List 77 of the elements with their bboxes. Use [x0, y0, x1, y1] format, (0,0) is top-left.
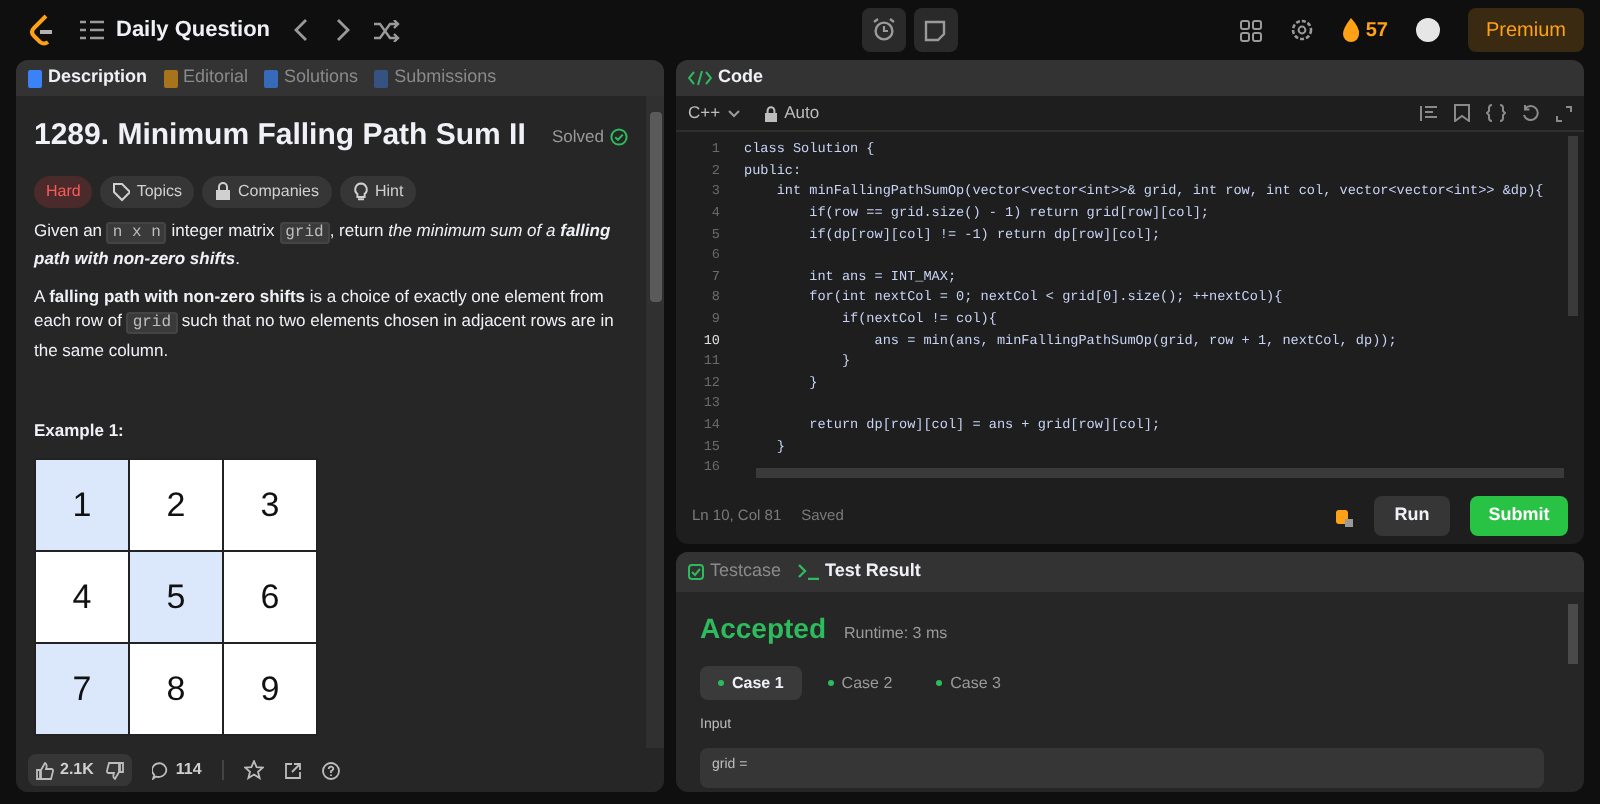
matrix-cell: 3 — [224, 459, 316, 550]
tab[interactable]: Testcase — [710, 558, 782, 586]
matrix-cell: 5 — [130, 551, 222, 642]
tab[interactable]: Description — [48, 64, 148, 92]
matrix-cell: 7 — [36, 643, 128, 734]
solved-status: Solved — [552, 123, 604, 150]
terminal-icon — [797, 564, 820, 580]
alarm-button[interactable] — [861, 8, 906, 52]
star-icon[interactable] — [243, 760, 264, 780]
code-icon — [688, 70, 712, 86]
format-icon[interactable] — [1420, 104, 1438, 122]
matrix-cell: 1 — [36, 459, 128, 550]
matrix-cell: 2 — [130, 459, 222, 550]
code-tab[interactable]: Code — [718, 64, 763, 92]
tab-icon — [374, 69, 389, 87]
note-button[interactable] — [913, 8, 958, 52]
note-icon — [924, 19, 947, 41]
case-tab[interactable]: Case 2 — [809, 666, 911, 700]
matrix-cell: 6 — [224, 551, 316, 642]
matrix-cell: 8 — [130, 643, 222, 734]
tag-button[interactable]: Companies — [202, 175, 331, 207]
case-tab[interactable]: Case 3 — [918, 666, 1020, 700]
settings-icon[interactable] — [1289, 18, 1314, 42]
scrollbar[interactable] — [646, 96, 664, 748]
horizontal-scrollbar[interactable] — [756, 467, 1564, 477]
description-paragraph: A falling path with non-zero shifts is a choice of exactly one element from each row of grid such that no two elements chosen in adjacent rows are in the same column. — [34, 283, 616, 362]
tab[interactable]: Solutions — [284, 64, 359, 92]
matrix-cell: 9 — [224, 643, 316, 734]
lock-icon — [764, 105, 779, 121]
comment-count[interactable]: 114 — [175, 758, 202, 782]
chevron-right-icon[interactable] — [334, 18, 351, 42]
help-icon[interactable] — [321, 761, 340, 779]
example-heading: Example 1: — [34, 418, 126, 444]
thumbs-down-icon — [105, 761, 124, 779]
streak-count: 57 — [1365, 17, 1388, 45]
flame-icon[interactable] — [1341, 18, 1360, 42]
run-button[interactable]: Run — [1374, 496, 1450, 536]
tab[interactable]: Submissions — [394, 64, 497, 92]
lightbulb-icon — [351, 181, 369, 201]
chevron-down-icon — [728, 109, 741, 117]
accepted-status: Accepted — [700, 610, 827, 648]
auto-mode-label[interactable]: Auto — [784, 100, 820, 126]
grid-icon[interactable] — [1239, 19, 1262, 41]
description-paragraph: Given an n x n integer matrix grid , return the minimum sum of a falling path with non-zero shifts. — [34, 217, 613, 271]
logo-icon[interactable] — [28, 14, 56, 46]
tag-button[interactable]: Topics — [100, 175, 195, 207]
chevron-left-icon[interactable] — [294, 18, 311, 42]
comment-icon[interactable] — [151, 761, 170, 779]
share-icon[interactable] — [283, 761, 302, 779]
runtime-text: Runtime: 3 ms — [844, 622, 948, 646]
language-select[interactable]: C++ — [688, 100, 741, 126]
avatar[interactable] — [1415, 18, 1440, 42]
difficulty-badge: Hard — [34, 175, 93, 207]
tag-button[interactable]: Hint — [339, 175, 416, 207]
reset-icon[interactable] — [1522, 104, 1540, 122]
check-circle-icon — [610, 127, 628, 146]
problem-title: 1289. Minimum Falling Path Sum II — [34, 116, 526, 156]
thumbs-up-icon — [36, 761, 54, 779]
alarm-icon — [871, 18, 896, 42]
tab[interactable]: Editorial — [183, 64, 249, 92]
tab-icon — [163, 69, 178, 87]
tab-icon — [28, 69, 42, 87]
tag-icon — [112, 181, 131, 201]
like-button[interactable]: 2.1K — [28, 754, 132, 786]
checkbox-icon — [688, 564, 704, 580]
lock-icon — [214, 181, 233, 201]
matrix-cell: 4 — [36, 551, 128, 642]
case-tab[interactable]: Case 1 — [700, 666, 802, 700]
daily-question-link[interactable]: Daily Question — [116, 13, 271, 47]
tab[interactable]: Test Result — [825, 558, 921, 586]
bookmark-icon[interactable] — [1454, 104, 1470, 122]
list-icon[interactable] — [80, 20, 104, 40]
tab-icon — [264, 69, 279, 87]
shuffle-icon[interactable] — [374, 19, 401, 41]
expand-icon[interactable] — [1556, 105, 1572, 121]
braces-icon[interactable] — [1486, 104, 1506, 122]
premium-button[interactable]: Premium — [1467, 8, 1584, 52]
